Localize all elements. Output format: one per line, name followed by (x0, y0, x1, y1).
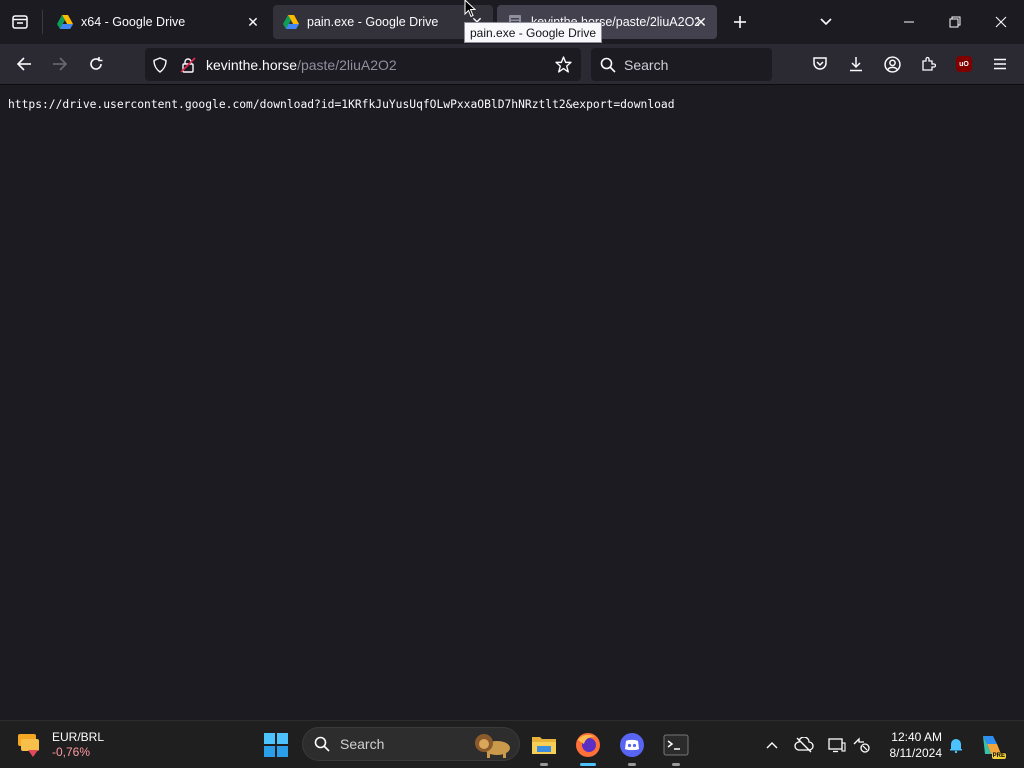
firefox-view-button[interactable] (6, 8, 34, 36)
chevron-down-icon (820, 18, 832, 26)
running-indicator (628, 763, 636, 766)
cloud-offline-icon (794, 737, 814, 753)
firefox-icon (576, 733, 600, 757)
tab-divider (42, 10, 43, 34)
bell-icon (950, 739, 962, 753)
chevron-up-icon (766, 742, 778, 749)
close-tab-icon[interactable]: ✕ (693, 14, 709, 30)
url-host: kevinthe.horse (206, 56, 298, 73)
minimize-icon (904, 21, 914, 23)
clock[interactable]: 12:40 AM 8/11/2024 (882, 729, 943, 761)
account-button[interactable] (878, 50, 906, 78)
clock-time: 12:40 AM (891, 730, 942, 744)
reload-button[interactable] (82, 50, 110, 78)
arrow-left-icon (16, 57, 31, 71)
ublock-origin-icon: uO (956, 56, 972, 72)
puzzle-icon (922, 56, 936, 71)
running-indicator (540, 763, 548, 766)
app-menu-button[interactable] (986, 50, 1014, 78)
show-hidden-icons-button[interactable] (760, 733, 784, 757)
notifications-button[interactable] (944, 733, 968, 757)
restore-icon (949, 16, 961, 28)
tab-tooltip: pain.exe - Google Drive (464, 22, 603, 43)
google-drive-icon (283, 15, 299, 29)
url-bar[interactable]: kevinthe.horse/paste/2liuA2O2 (145, 48, 581, 81)
network-tray-button[interactable] (850, 733, 874, 757)
clock-date: 8/11/2024 (889, 746, 943, 760)
close-window-button[interactable] (987, 8, 1015, 36)
ublock-origin-button[interactable]: uO (950, 50, 978, 78)
widget-value: -0,76% (52, 745, 91, 759)
widgets-button[interactable]: EUR/BRL -0,76% (14, 727, 104, 763)
tab-x64-drive[interactable]: x64 - Google Drive ✕ (47, 5, 269, 39)
running-indicator (672, 763, 680, 766)
taskbar: EUR/BRL -0,76% Search 12:40 AM 8/11/2024… (0, 720, 1024, 768)
start-button[interactable] (259, 728, 293, 762)
discord-icon (620, 733, 644, 757)
network-disconnected-icon (853, 737, 870, 753)
paste-content: https://drive.usercontent.google.com/dow… (8, 98, 675, 111)
search-placeholder: Search (624, 56, 669, 73)
search-highlight-lion-icon (475, 734, 510, 758)
page-content: https://drive.usercontent.google.com/dow… (0, 85, 1024, 720)
file-explorer-button[interactable] (527, 728, 561, 766)
close-icon (995, 16, 1007, 28)
pocket-icon (813, 57, 827, 70)
url-text[interactable]: kevinthe.horse/paste/2liuA2O2 (206, 57, 397, 73)
display-tray-button[interactable] (825, 733, 849, 757)
shield-icon[interactable] (152, 56, 168, 73)
active-indicator (580, 763, 596, 766)
discord-taskbar-button[interactable] (615, 728, 649, 766)
arrow-right-icon (53, 57, 68, 71)
tab-label: pain.exe - Google Drive (307, 15, 439, 29)
minimize-button[interactable] (895, 8, 923, 36)
tab-label: x64 - Google Drive (81, 15, 186, 29)
star-icon[interactable] (555, 56, 572, 73)
mouse-cursor-icon (464, 0, 476, 18)
account-icon (883, 55, 901, 73)
back-button[interactable] (10, 50, 38, 78)
new-tab-button[interactable] (726, 8, 754, 36)
currency-down-icon (18, 734, 39, 757)
navigation-toolbar: kevinthe.horse/paste/2liuA2O2 Search uO (0, 44, 1024, 85)
close-tab-icon[interactable]: ✕ (245, 14, 261, 30)
tab-pain-drive[interactable]: pain.exe - Google Drive ✕ (273, 5, 493, 39)
reload-icon (90, 57, 103, 70)
search-icon (314, 736, 330, 752)
firefox-view-icon (12, 15, 28, 29)
insecure-lock-icon[interactable] (180, 56, 196, 73)
url-path: /paste/2liuA2O2 (297, 56, 397, 73)
downloads-button[interactable] (842, 50, 870, 78)
windows-logo-icon (264, 733, 288, 757)
search-icon (600, 57, 616, 73)
onedrive-tray-button[interactable] (792, 733, 816, 757)
widget-label: EUR/BRL (52, 730, 105, 744)
list-all-tabs-button[interactable] (812, 8, 840, 36)
taskbar-search-placeholder: Search (340, 736, 385, 752)
restore-button[interactable] (941, 8, 969, 36)
terminal-taskbar-button[interactable] (659, 728, 693, 766)
google-drive-icon (57, 15, 73, 29)
folder-icon (532, 737, 556, 754)
hamburger-menu-icon (994, 58, 1006, 70)
forward-button[interactable] (46, 50, 74, 78)
download-icon (850, 57, 862, 72)
terminal-icon (663, 734, 689, 756)
pocket-button[interactable] (806, 50, 834, 78)
taskbar-search-box[interactable]: Search (302, 727, 520, 761)
firefox-taskbar-button[interactable] (571, 728, 605, 766)
plus-icon (734, 16, 746, 28)
search-bar[interactable]: Search (591, 48, 772, 81)
display-icon (828, 738, 846, 753)
copilot-pre-badge: PRE (991, 753, 1006, 759)
copilot-button[interactable]: PRE (978, 731, 1006, 759)
extensions-button[interactable] (914, 50, 942, 78)
